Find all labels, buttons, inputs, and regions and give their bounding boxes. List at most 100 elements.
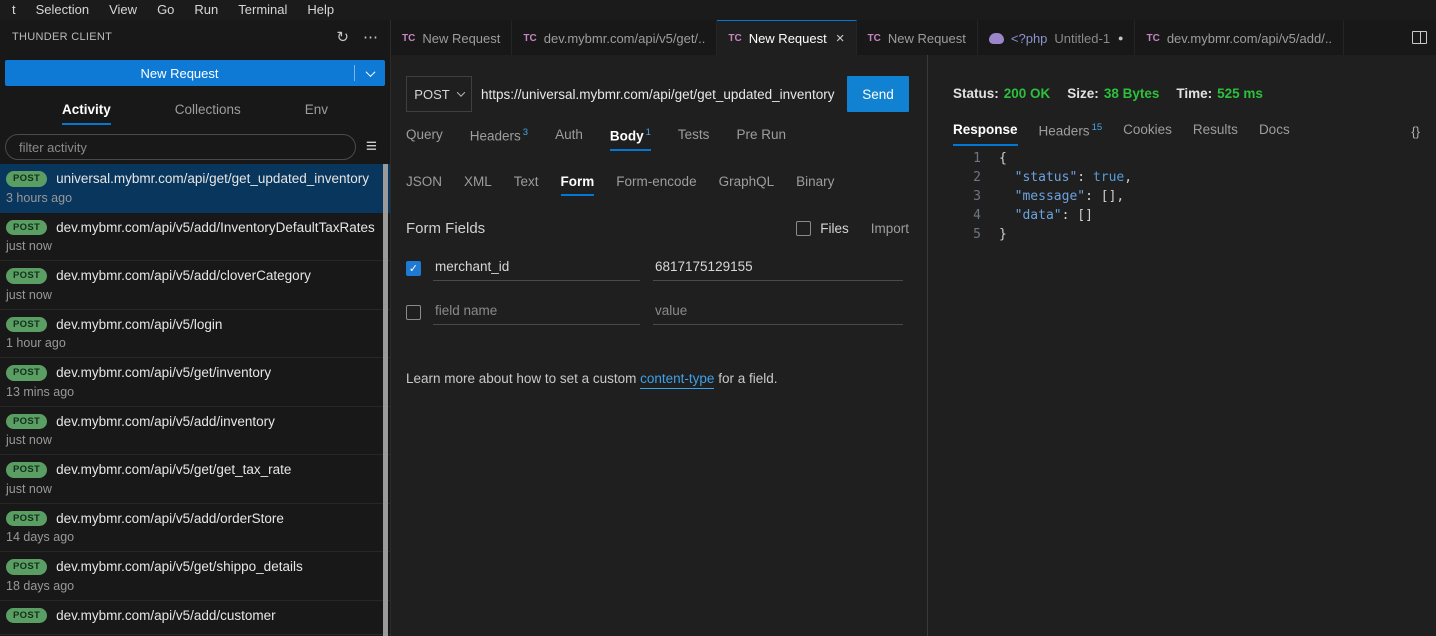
- size-value: 38 Bytes: [1104, 86, 1160, 101]
- body-type-tab[interactable]: Form: [561, 174, 595, 196]
- body-type-tab[interactable]: Form-encode: [616, 174, 696, 196]
- activity-item[interactable]: POST dev.mybmr.com/api/v5/get/shippo_det…: [0, 552, 390, 601]
- method-badge: POST: [6, 608, 47, 624]
- status-value: 200 OK: [1004, 86, 1051, 101]
- body-type-tab[interactable]: Binary: [796, 174, 834, 196]
- field-name-input[interactable]: merchant_id: [433, 257, 640, 281]
- editor-tab[interactable]: dev.mybmr.com/api/v5/get/..: [512, 20, 717, 55]
- editor-tab[interactable]: New Request: [391, 20, 512, 55]
- activity-item[interactable]: POST dev.mybmr.com/api/v5/login 1 hour a…: [0, 310, 390, 359]
- tab-count-badge: 1: [646, 127, 651, 138]
- line-number: 5: [953, 227, 981, 242]
- menu-item[interactable]: Run: [184, 0, 228, 20]
- activity-timestamp: just now: [6, 482, 382, 496]
- format-code-icon[interactable]: {}: [1411, 124, 1420, 146]
- activity-timestamp: 14 days ago: [6, 530, 382, 544]
- tab-label: dev.mybmr.com/api/v5/add/..: [1167, 31, 1332, 46]
- request-tab[interactable]: Query: [406, 127, 443, 151]
- size-label: Size:: [1067, 86, 1099, 101]
- request-tab[interactable]: Headers3: [470, 127, 528, 151]
- activity-list: POST universal.mybmr.com/api/get/get_upd…: [0, 164, 390, 636]
- status-label: Status:: [953, 86, 999, 101]
- activity-item[interactable]: POST dev.mybmr.com/api/v5/add/orderStore…: [0, 504, 390, 553]
- response-tab[interactable]: Response: [953, 122, 1018, 146]
- activity-timestamp: just now: [6, 288, 382, 302]
- menu-item[interactable]: View: [99, 0, 147, 20]
- body-type-tab[interactable]: GraphQL: [719, 174, 775, 196]
- close-tab-icon[interactable]: ×: [836, 30, 845, 47]
- request-tabs: Query Headers3 Auth: [406, 127, 909, 151]
- menu-item[interactable]: Terminal: [228, 0, 297, 20]
- response-tab[interactable]: Cookies: [1123, 122, 1172, 146]
- refresh-icon[interactable]: ↻: [336, 28, 349, 46]
- chevron-down-icon: [365, 67, 375, 77]
- activity-item[interactable]: POST universal.mybmr.com/api/get/get_upd…: [0, 164, 390, 213]
- response-tab[interactable]: Docs: [1259, 122, 1290, 146]
- files-label[interactable]: Files: [820, 221, 849, 236]
- tab-label: New Request: [888, 31, 966, 46]
- menu-item[interactable]: t: [2, 0, 26, 20]
- line-number: 1: [953, 151, 981, 166]
- tab-icon: [402, 33, 415, 44]
- request-url-input[interactable]: https://universal.mybmr.com/api/get/get_…: [472, 76, 847, 112]
- sidebar-tab[interactable]: Activity: [62, 102, 111, 121]
- body-type-tab[interactable]: XML: [464, 174, 492, 196]
- sidebar-tab[interactable]: Env: [305, 102, 328, 121]
- menu-item[interactable]: Go: [147, 0, 184, 20]
- field-checkbox[interactable]: [406, 305, 421, 320]
- method-badge: POST: [6, 365, 47, 381]
- response-tab[interactable]: Results: [1193, 122, 1238, 146]
- field-name-input[interactable]: field name: [433, 301, 640, 325]
- collapse-menu-icon[interactable]: ≡: [356, 136, 385, 158]
- split-editor-icon[interactable]: [1412, 31, 1427, 44]
- menu-item[interactable]: Selection: [26, 0, 99, 20]
- thunder-client-sidebar: THUNDER CLIENT ↻ ⋯ New Request ActivityC…: [0, 20, 391, 636]
- menu-item[interactable]: Help: [297, 0, 344, 20]
- import-button[interactable]: Import: [871, 221, 909, 236]
- field-checkbox[interactable]: [406, 261, 421, 276]
- tab-label: New Request: [422, 31, 500, 46]
- http-method-select[interactable]: POST: [406, 76, 472, 112]
- request-tab[interactable]: Pre Run: [736, 127, 786, 151]
- send-button[interactable]: Send: [847, 76, 909, 112]
- code-line: 2 "status": true,: [953, 168, 1436, 187]
- response-tabs: Response Headers15 Cookies: [953, 122, 1436, 146]
- request-tab[interactable]: Tests: [678, 127, 710, 151]
- activity-scrollbar[interactable]: [383, 164, 388, 636]
- editor-tab[interactable]: dev.mybmr.com/api/v5/add/..: [1135, 20, 1344, 55]
- activity-item[interactable]: POST dev.mybmr.com/api/v5/get/get_tax_ra…: [0, 455, 390, 504]
- editor-tab[interactable]: <?php Untitled-1 ●: [978, 20, 1136, 55]
- field-value-input[interactable]: 6817175129155: [653, 257, 903, 281]
- activity-timestamp: just now: [6, 239, 382, 253]
- body-type-tab[interactable]: JSON: [406, 174, 442, 196]
- response-tab[interactable]: Headers15: [1039, 122, 1103, 146]
- editor-tab[interactable]: New Request ×: [717, 20, 856, 55]
- field-value-input[interactable]: value: [653, 301, 903, 325]
- new-request-label: New Request: [5, 66, 354, 81]
- activity-item[interactable]: POST dev.mybmr.com/api/v5/add/customer: [0, 601, 390, 636]
- filter-activity-input[interactable]: filter activity: [5, 134, 356, 160]
- activity-item[interactable]: POST dev.mybmr.com/api/v5/add/InventoryD…: [0, 213, 390, 262]
- more-actions-icon[interactable]: ⋯: [363, 28, 378, 46]
- activity-url: dev.mybmr.com/api/v5/add/orderStore: [56, 511, 284, 526]
- editor-tab[interactable]: New Request: [857, 20, 978, 55]
- new-request-button[interactable]: New Request: [5, 60, 385, 86]
- activity-url: dev.mybmr.com/api/v5/login: [56, 317, 222, 332]
- response-status-bar: Status: 200 OK Size: 38 Bytes Time: 525 …: [953, 86, 1436, 101]
- activity-item[interactable]: POST dev.mybmr.com/api/v5/add/inventory …: [0, 407, 390, 456]
- tab-icon: [989, 33, 1004, 44]
- response-body: 1 { 2 "status": true, 3 "message": [],: [953, 149, 1436, 244]
- activity-item[interactable]: POST dev.mybmr.com/api/v5/get/inventory …: [0, 358, 390, 407]
- method-badge: POST: [6, 268, 47, 284]
- tab-label: New Request: [749, 31, 827, 46]
- new-request-dropdown[interactable]: [355, 70, 385, 77]
- request-tab[interactable]: Body1: [610, 127, 651, 151]
- body-type-tab[interactable]: Text: [514, 174, 539, 196]
- sidebar-tab[interactable]: Collections: [175, 102, 241, 121]
- tab-secondary-label: Untitled-1: [1054, 31, 1110, 46]
- sidebar-tabs: Activity Collections Env: [0, 96, 390, 126]
- content-type-link[interactable]: content-type: [640, 371, 714, 389]
- activity-item[interactable]: POST dev.mybmr.com/api/v5/add/cloverCate…: [0, 261, 390, 310]
- request-tab[interactable]: Auth: [555, 127, 583, 151]
- files-checkbox[interactable]: [796, 221, 811, 236]
